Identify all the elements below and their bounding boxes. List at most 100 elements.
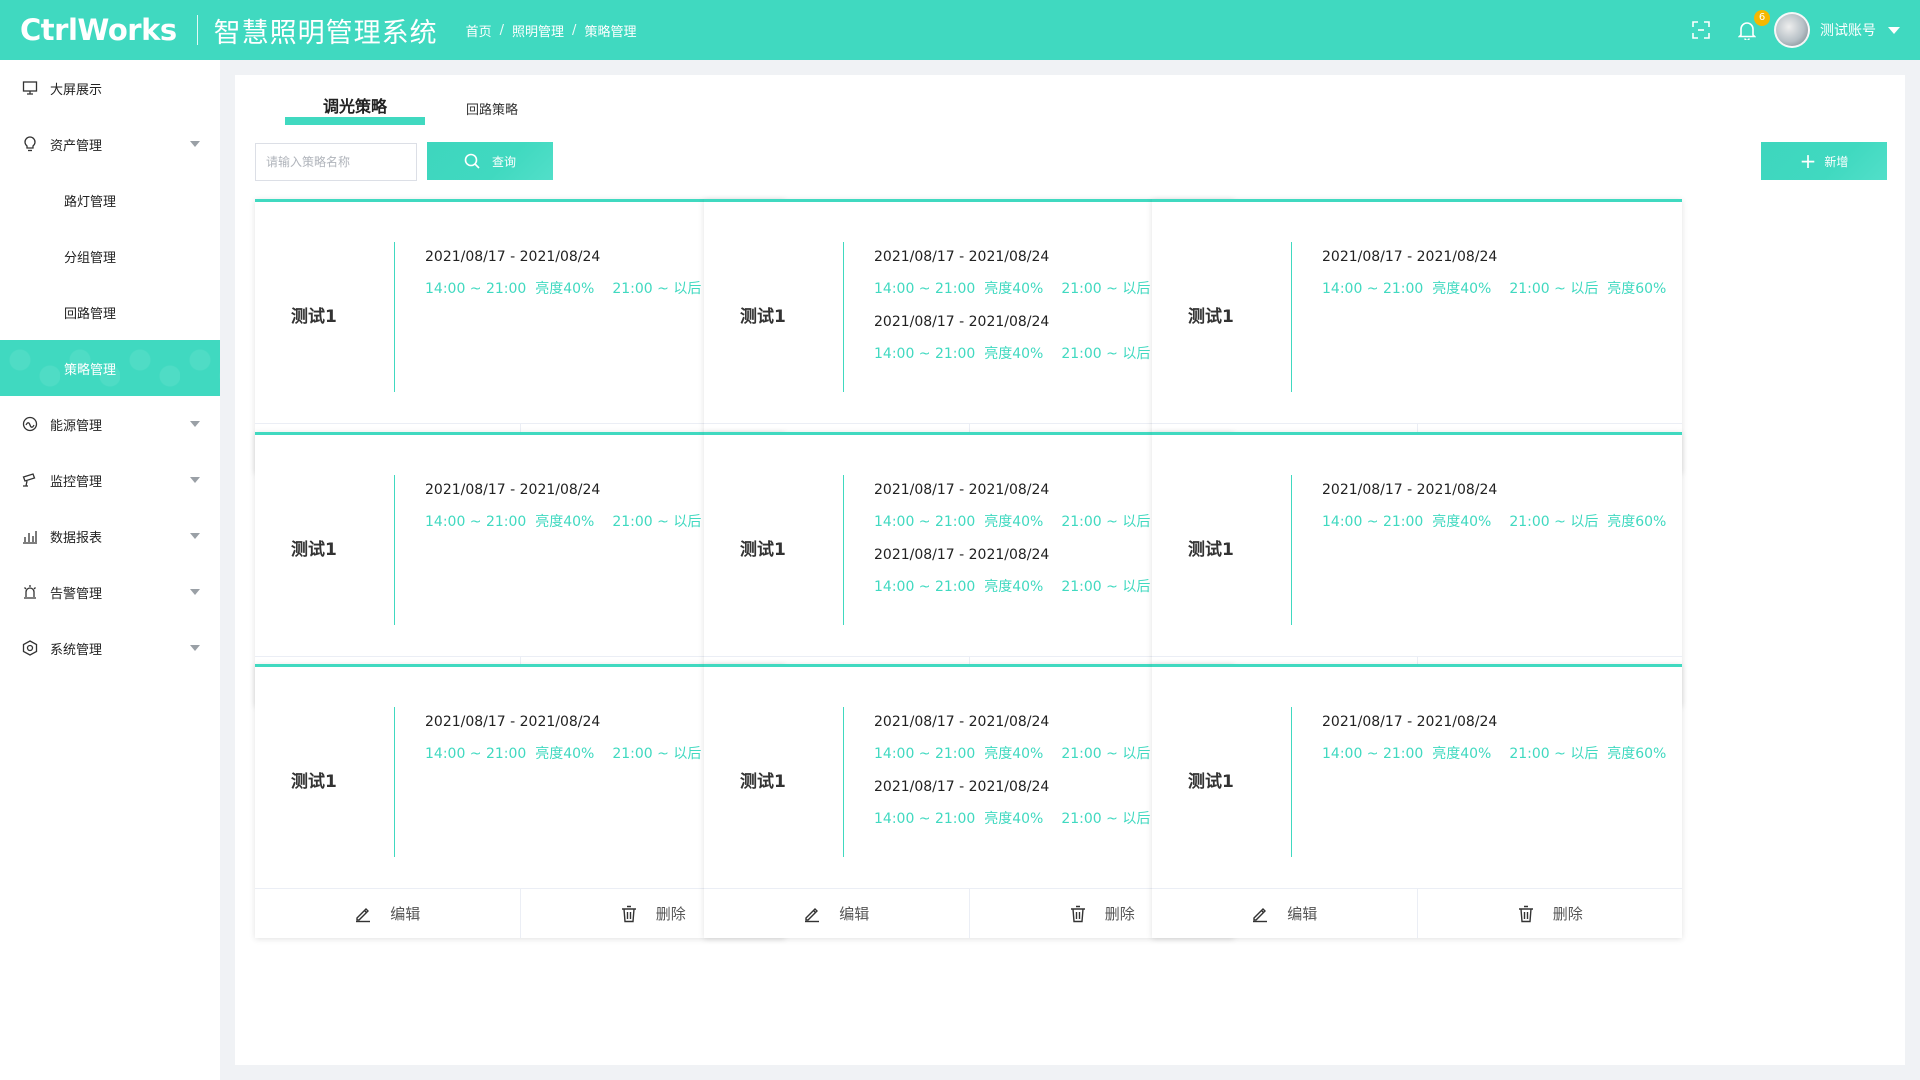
delete-button[interactable]: 删除 [1416, 889, 1683, 938]
time-segment: 21:00 ~ 以后 亮度60% [1509, 514, 1667, 530]
sidebar-item-energy[interactable]: 能源管理 [0, 396, 220, 452]
edit-label: 编辑 [1287, 905, 1318, 923]
chevron-down-icon [190, 421, 200, 427]
strategy-card: 测试1 2021/08/17 - 2021/08/24 14:00 ~ 21:00 … [1152, 664, 1682, 938]
lightbulb-icon [20, 134, 40, 154]
settings-icon [20, 638, 40, 658]
sidebar-subitem-circuit[interactable]: 回路管理 [0, 284, 220, 340]
time-segment: 21:00 ~ 以后 亮度60% [1509, 746, 1667, 762]
query-label: 查询 [491, 154, 516, 169]
sidebar-item-label: 资产管理 [50, 138, 103, 154]
card-divider [843, 707, 844, 857]
breadcrumb-separator: / [499, 22, 505, 38]
sidebar-item-system[interactable]: 系统管理 [0, 620, 220, 676]
avatar[interactable] [1774, 12, 1810, 48]
chevron-down-icon [190, 533, 200, 539]
camera-icon [20, 470, 40, 490]
top-header: CtrlWorks 智慧照明管理系统 首页 / 照明管理 / 策略管理 6 测试… [0, 0, 1920, 60]
monitor-icon [20, 78, 40, 98]
strategy-rules: 2021/08/17 - 2021/08/24 14:00 ~ 21:00 亮度4… [1322, 712, 1672, 777]
time-segment: 14:00 ~ 21:00 亮度40% [425, 746, 595, 762]
edit-label: 编辑 [839, 905, 870, 923]
tab-dimming-strategy[interactable]: 调光策略 [285, 97, 425, 125]
query-button[interactable]: 查询 [427, 142, 553, 180]
strategy-name: 测试1 [740, 772, 786, 792]
time-segment: 14:00 ~ 21:00 亮度40% [425, 514, 595, 530]
sidebar-item-dashboard[interactable]: 大屏展示 [0, 60, 220, 116]
time-segment: 14:00 ~ 21:00 亮度40% [874, 514, 1044, 530]
time-segment: 14:00 ~ 21:00 亮度40% [874, 811, 1044, 827]
strategy-name: 测试1 [740, 540, 786, 560]
trash-icon [1069, 905, 1087, 923]
delete-label: 删除 [1552, 905, 1583, 923]
chevron-down-icon[interactable] [1888, 26, 1900, 34]
edit-icon [1251, 905, 1269, 923]
system-title: 智慧照明管理系统 [213, 17, 438, 49]
card-divider [394, 475, 395, 625]
time-segments: 14:00 ~ 21:00 亮度40% 21:00 ~ 以后 亮度60% [1322, 278, 1672, 300]
time-segment: 14:00 ~ 21:00 亮度40% [425, 281, 595, 297]
alarm-icon [20, 582, 40, 602]
card-divider [394, 707, 395, 857]
sidebar-subitem-streetlight[interactable]: 路灯管理 [0, 172, 220, 228]
chevron-down-icon [190, 477, 200, 483]
sidebar-item-label: 能源管理 [50, 418, 103, 434]
strategy-name: 测试1 [740, 307, 786, 327]
card-divider [1291, 707, 1292, 857]
add-label: 新增 [1824, 154, 1849, 169]
sidebar-subitem-strategy[interactable]: 策略管理 [0, 340, 220, 396]
sidebar-item-label: 系统管理 [50, 642, 103, 658]
date-range: 2021/08/17 - 2021/08/24 [1322, 482, 1498, 498]
time-segment: 14:00 ~ 21:00 亮度40% [1322, 514, 1492, 530]
tab-circuit-strategy[interactable]: 回路策略 [465, 101, 519, 125]
card-divider [1291, 475, 1292, 625]
strategy-name: 测试1 [291, 772, 337, 792]
strategy-tabs: 调光策略 回路策略 [285, 97, 519, 125]
sidebar-item-assets[interactable]: 资产管理 [0, 116, 220, 172]
edit-button[interactable]: 编辑 [255, 889, 520, 938]
search-input[interactable] [255, 143, 417, 181]
sidebar-item-alarms[interactable]: 告警管理 [0, 564, 220, 620]
fullscreen-icon[interactable] [1690, 19, 1712, 41]
strategy-name: 测试1 [291, 307, 337, 327]
strategy-name: 测试1 [1188, 772, 1234, 792]
chevron-down-icon [190, 589, 200, 595]
main-panel: 调光策略 回路策略 查询 + 新增 测试1 2021/08/17 - 2021/0… [235, 75, 1905, 1065]
sidebar-item-label: 数据报表 [50, 530, 103, 546]
breadcrumb: 首页 / 照明管理 / 策略管理 [466, 21, 637, 40]
add-button[interactable]: + 新增 [1761, 142, 1887, 180]
time-segment: 14:00 ~ 21:00 亮度40% [874, 281, 1044, 297]
time-segment: 14:00 ~ 21:00 亮度40% [1322, 746, 1492, 762]
chart-icon [20, 526, 40, 546]
chevron-down-icon [190, 141, 200, 147]
notification-badge: 6 [1754, 10, 1770, 26]
sidebar-subitem-group[interactable]: 分组管理 [0, 228, 220, 284]
edit-button[interactable]: 编辑 [1152, 889, 1417, 938]
breadcrumb-home[interactable]: 首页 [466, 21, 492, 40]
edit-button[interactable]: 编辑 [704, 889, 969, 938]
chevron-down-icon [190, 645, 200, 651]
sidebar-item-label: 大屏展示 [50, 82, 103, 98]
sidebar-item-reports[interactable]: 数据报表 [0, 508, 220, 564]
card-actions: 编辑 删除 [1152, 888, 1682, 938]
breadcrumb-lighting[interactable]: 照明管理 [512, 21, 564, 40]
time-segment: 14:00 ~ 21:00 亮度40% [874, 579, 1044, 595]
breadcrumb-current: 策略管理 [584, 24, 637, 40]
search-icon [464, 153, 480, 169]
time-segment: 21:00 ~ 以后 亮度60% [1509, 281, 1667, 297]
sidebar-item-monitor[interactable]: 监控管理 [0, 452, 220, 508]
time-segment: 14:00 ~ 21:00 亮度40% [874, 346, 1044, 362]
strategy-name: 测试1 [291, 540, 337, 560]
date-range: 2021/08/17 - 2021/08/24 [1322, 249, 1498, 265]
time-segments: 14:00 ~ 21:00 亮度40% 21:00 ~ 以后 亮度60% [1322, 511, 1672, 533]
notification-bell-icon[interactable]: 6 [1736, 10, 1770, 41]
card-divider [1291, 242, 1292, 392]
date-range: 2021/08/17 - 2021/08/24 [1322, 714, 1498, 730]
time-segments: 14:00 ~ 21:00 亮度40% 21:00 ~ 以后 亮度60% [1322, 743, 1672, 765]
logo-divider [196, 15, 198, 45]
time-segment: 14:00 ~ 21:00 亮度40% [1322, 281, 1492, 297]
edit-label: 编辑 [390, 905, 421, 923]
username[interactable]: 测试账号 [1820, 20, 1876, 40]
delete-label: 删除 [1104, 905, 1135, 923]
sidebar-item-label: 监控管理 [50, 474, 103, 490]
